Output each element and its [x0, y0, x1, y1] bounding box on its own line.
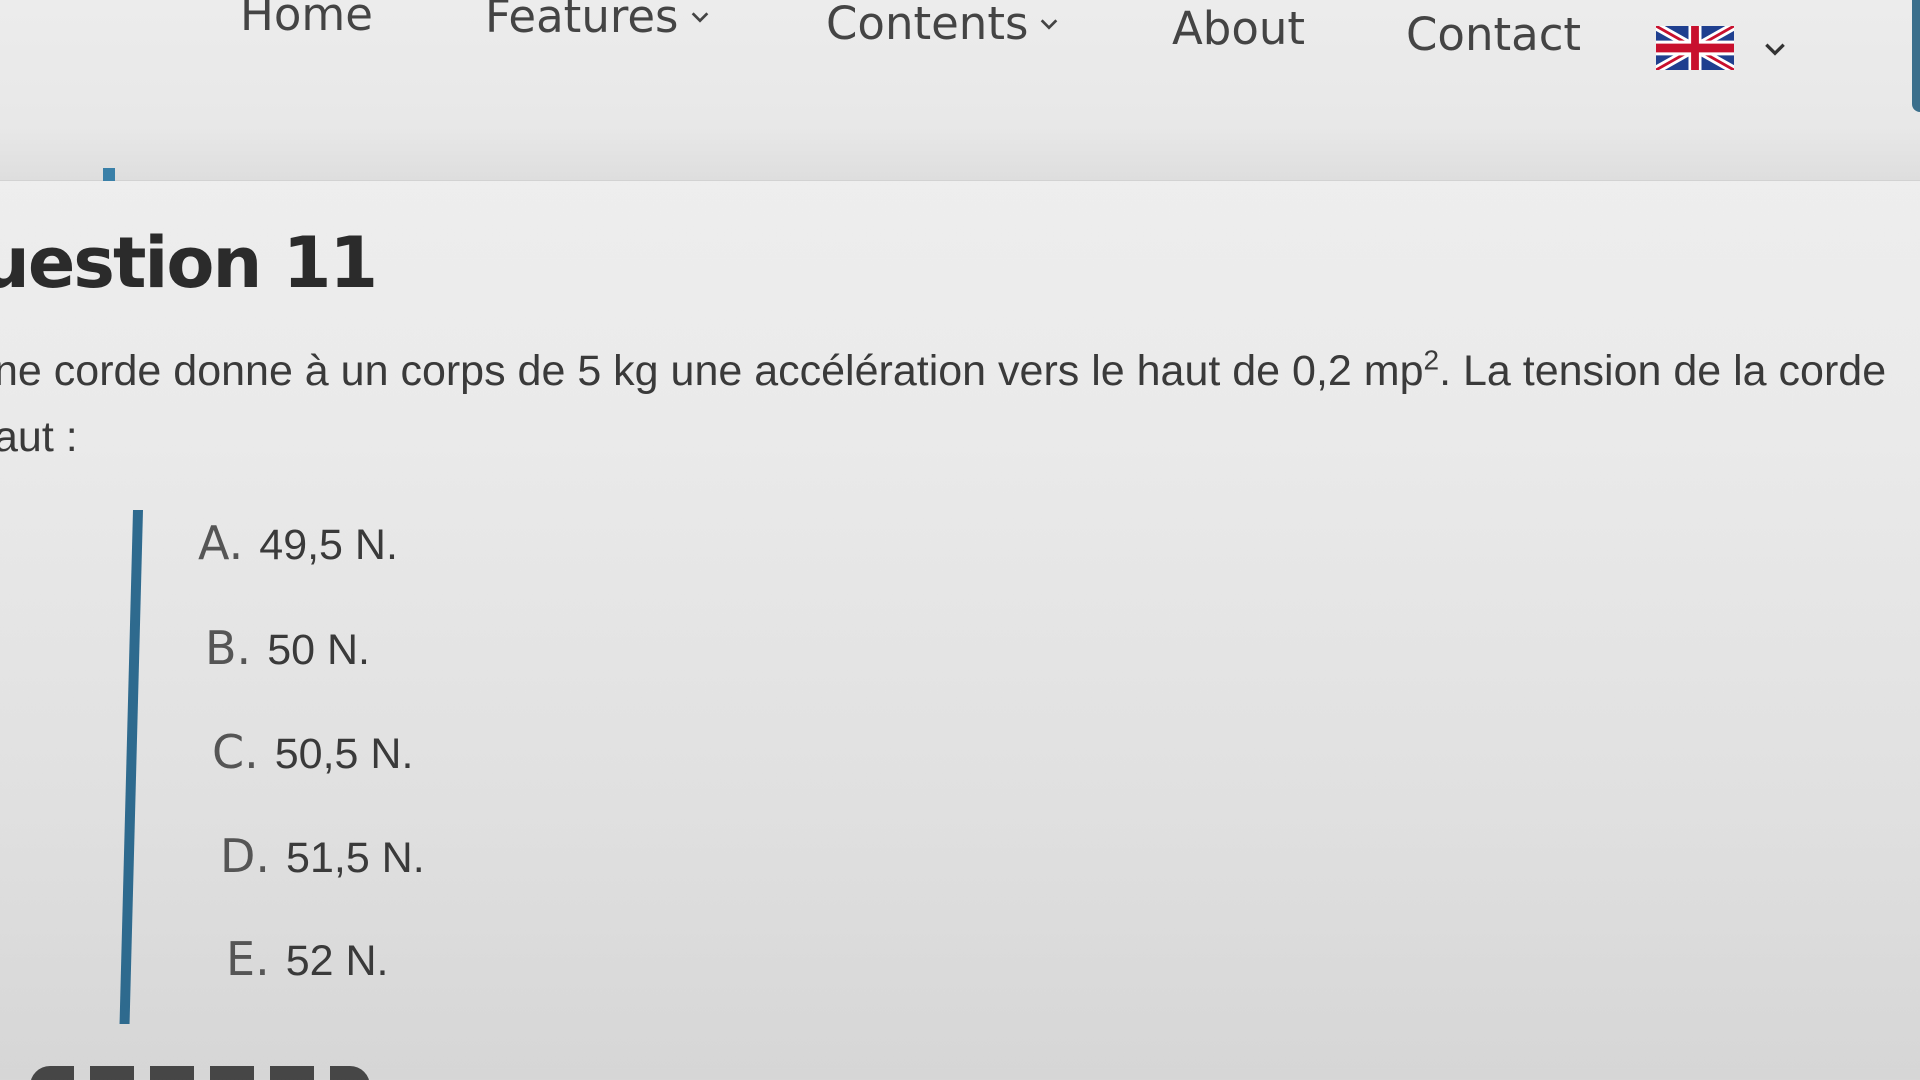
- option-letter: E.: [226, 932, 270, 986]
- cropped-heading-glyphs: [30, 1066, 370, 1080]
- options-accent-bar: [119, 510, 143, 1024]
- option-c[interactable]: C. 50,5 N.: [212, 725, 413, 779]
- question-title: uestion 11: [0, 222, 378, 304]
- chevron-down-icon: [691, 11, 708, 23]
- option-d[interactable]: D. 51,5 N.: [220, 829, 425, 883]
- option-letter: C.: [212, 725, 259, 779]
- question-text-superscript: 2: [1423, 344, 1440, 376]
- option-b[interactable]: B. 50 N.: [205, 621, 370, 675]
- uk-flag-icon[interactable]: [1656, 26, 1734, 70]
- language-chevron-down-icon[interactable]: [1762, 36, 1788, 62]
- option-letter: B.: [205, 621, 252, 675]
- nav-contents[interactable]: Contents: [826, 0, 1060, 50]
- next-question-heading-partial: [0, 1056, 500, 1080]
- option-text: 51,5 N.: [286, 834, 425, 882]
- chevron-down-icon: [1041, 18, 1058, 30]
- nav-features-label: Features: [485, 0, 679, 43]
- nav-contact[interactable]: Contact: [1406, 8, 1581, 61]
- accent-marker: [103, 168, 115, 181]
- nav-contents-label: Contents: [826, 0, 1029, 50]
- nav-home[interactable]: Home: [240, 0, 373, 41]
- nav-features[interactable]: Features: [485, 0, 711, 43]
- top-navbar: Home Features Contents About Contact: [0, 0, 1920, 181]
- option-text: 50,5 N.: [274, 730, 414, 778]
- option-letter: A.: [198, 516, 244, 570]
- nav-home-label: Home: [240, 0, 373, 41]
- option-e[interactable]: E. 52 N.: [226, 932, 388, 986]
- option-text: 52 N.: [285, 937, 389, 985]
- option-a[interactable]: A. 49,5 N.: [198, 516, 398, 570]
- nav-about-label: About: [1172, 2, 1306, 55]
- question-text-line1-end: . La tension de la corde: [1439, 347, 1887, 395]
- option-text: 50 N.: [267, 626, 370, 674]
- question-text-line1: ne corde donne à un corps de 5 kg une ac…: [0, 347, 1424, 395]
- scrollbar-edge: [1912, 0, 1920, 112]
- question-text: ne corde donne à un corps de 5 kg une ac…: [0, 338, 1894, 470]
- option-text: 49,5 N.: [259, 521, 398, 569]
- option-letter: D.: [220, 829, 271, 883]
- nav-contact-label: Contact: [1406, 8, 1582, 61]
- question-text-line2: aut :: [0, 413, 78, 461]
- nav-about[interactable]: About: [1172, 2, 1305, 55]
